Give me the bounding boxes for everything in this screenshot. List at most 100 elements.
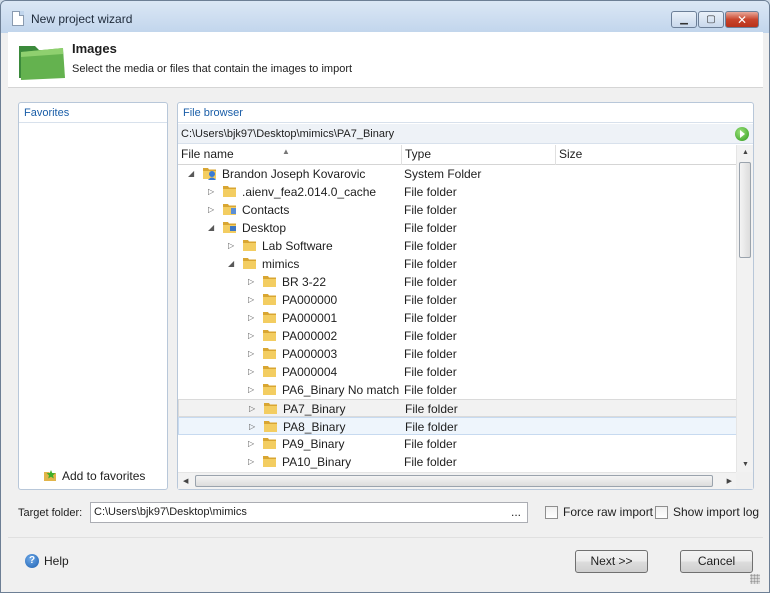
help-icon: ? <box>25 554 39 568</box>
current-path: C:\Users\bjk97\Desktop\mimics\PA7_Binary <box>181 128 395 140</box>
folder-icon <box>262 328 277 342</box>
folder-icon <box>262 292 277 306</box>
tree-row-name: PA000001 <box>282 311 338 325</box>
tree-row[interactable]: ▷ PA000000 File folder <box>178 291 737 309</box>
tree-row-name: PA000000 <box>282 293 338 307</box>
tree-row[interactable]: ▷ PA000003 File folder <box>178 345 737 363</box>
column-file-name[interactable]: ▲ File name <box>178 145 402 165</box>
tree-row[interactable]: ▷ Lab Software File folder <box>178 237 737 255</box>
maximize-button[interactable]: ▢ <box>698 11 724 28</box>
resize-grip[interactable] <box>750 574 760 584</box>
horizontal-scrollbar[interactable]: ◀ ▶ <box>178 472 737 489</box>
tree-row-name: PA6_Binary No match <box>282 383 400 397</box>
folder-icon <box>262 310 277 324</box>
next-button[interactable]: Next >> <box>575 550 648 573</box>
expand-icon[interactable]: ▷ <box>248 331 256 340</box>
expand-icon[interactable]: ▷ <box>248 439 256 448</box>
tree-row[interactable]: ▷ PA000001 File folder <box>178 309 737 327</box>
expand-icon[interactable]: ▷ <box>249 404 257 413</box>
vertical-scrollbar[interactable]: ▲ ▼ <box>736 145 753 472</box>
tree-row[interactable]: ◢ Brandon Joseph Kovarovic System Folder <box>178 166 737 183</box>
path-bar[interactable]: C:\Users\bjk97\Desktop\mimics\PA7_Binary <box>178 124 753 144</box>
folder-icon <box>242 238 257 252</box>
collapse-icon[interactable]: ◢ <box>228 259 236 268</box>
document-icon <box>12 11 24 26</box>
tree-row-type: File folder <box>404 185 457 199</box>
tree-row-name: PA7_Binary <box>283 402 346 416</box>
tree-row[interactable]: ▷ PA8_Binary File folder <box>178 417 737 435</box>
folder-icon <box>262 274 277 288</box>
column-size[interactable]: Size <box>556 145 737 165</box>
horizontal-scroll-thumb[interactable] <box>195 475 713 487</box>
expand-icon[interactable]: ▷ <box>248 277 256 286</box>
expand-icon[interactable]: ▷ <box>248 349 256 358</box>
page-subtitle: Select the media or files that contain t… <box>72 63 353 75</box>
add-to-favorites-label: Add to favorites <box>62 469 146 483</box>
tree-row-name: Contacts <box>242 203 290 217</box>
tree-row[interactable]: ▷ PA000002 File folder <box>178 327 737 345</box>
force-raw-import-checkbox[interactable]: Force raw import <box>545 505 653 519</box>
show-import-log-checkbox[interactable]: Show import log <box>655 505 759 519</box>
tree-row-type: File folder <box>404 239 457 253</box>
column-type[interactable]: Type <box>402 145 556 165</box>
folder-icon <box>263 419 278 433</box>
tree-row-name: .aienv_fea2.014.0_cache <box>242 185 377 199</box>
collapse-icon[interactable]: ◢ <box>208 223 216 232</box>
tree-row[interactable]: ▷ PA10_Binary File folder <box>178 453 737 471</box>
tree-row-type: File folder <box>405 402 458 416</box>
contacts-folder-icon <box>222 202 237 216</box>
favorites-title: Favorites <box>19 103 167 123</box>
minimize-button[interactable]: ▁ <box>671 11 697 28</box>
expand-icon[interactable]: ▷ <box>248 385 256 394</box>
add-to-favorites-button[interactable]: Add to favorites <box>43 469 145 483</box>
window-controls: ▁ ▢ ✕ <box>670 11 759 29</box>
expand-icon[interactable]: ▷ <box>248 367 256 376</box>
expand-icon[interactable]: ▷ <box>248 313 256 322</box>
go-icon[interactable] <box>735 127 749 141</box>
column-type-label: Type <box>405 147 432 161</box>
expand-icon[interactable]: ▷ <box>208 187 216 196</box>
tree-row[interactable]: ▷ Contacts File folder <box>178 201 737 219</box>
folder-icon <box>242 256 257 270</box>
tree-row[interactable]: ◢ Desktop File folder <box>178 219 737 237</box>
expand-icon[interactable]: ▷ <box>208 205 216 214</box>
vertical-scroll-thumb[interactable] <box>739 162 751 258</box>
column-file-name-label: File name <box>181 147 234 161</box>
tree-row[interactable]: ▷ PA6_Binary No match File folder <box>178 381 737 399</box>
scroll-left-icon[interactable]: ◀ <box>183 477 188 485</box>
tree-row-name: Lab Software <box>262 239 333 253</box>
column-size-label: Size <box>559 147 583 161</box>
green-folder-icon <box>19 46 65 80</box>
tree-row[interactable]: ◢ mimics File folder <box>178 255 737 273</box>
expand-icon[interactable]: ▷ <box>248 295 256 304</box>
tree-row-type: File folder <box>404 203 457 217</box>
cancel-button[interactable]: Cancel <box>680 550 753 573</box>
title-bar[interactable]: New project wizard ▁ ▢ ✕ <box>1 1 769 33</box>
help-button[interactable]: ? Help <box>25 554 69 568</box>
desktop-folder-icon <box>222 220 237 234</box>
scroll-up-icon[interactable]: ▲ <box>742 149 749 156</box>
tree-row-type: File folder <box>404 347 457 361</box>
tree-row[interactable]: ▷ .aienv_fea2.014.0_cache File folder <box>178 183 737 201</box>
force-raw-import-box[interactable] <box>545 505 558 519</box>
expand-icon[interactable]: ▷ <box>248 457 256 466</box>
tree-row-type: File folder <box>404 275 457 289</box>
close-button[interactable]: ✕ <box>725 11 759 28</box>
tree-row[interactable]: ▷ BR 3-22 File folder <box>178 273 737 291</box>
tree-row[interactable]: ▷ PA000004 File folder <box>178 363 737 381</box>
tree-row-type: System Folder <box>404 167 482 181</box>
browse-button[interactable]: ... <box>511 503 521 522</box>
tree-row-name: Brandon Joseph Kovarovic <box>222 167 366 181</box>
expand-icon[interactable]: ▷ <box>249 422 257 431</box>
scroll-right-icon[interactable]: ▶ <box>727 477 732 485</box>
collapse-icon[interactable]: ◢ <box>188 169 196 178</box>
target-folder-input[interactable]: C:\Users\bjk97\Desktop\mimics ... <box>90 502 528 523</box>
tree-row-name: PA9_Binary <box>282 437 345 451</box>
show-import-log-box[interactable] <box>655 505 668 519</box>
scroll-down-icon[interactable]: ▼ <box>742 461 749 468</box>
file-browser-title: File browser <box>178 103 753 123</box>
tree-row[interactable]: ▷ PA9_Binary File folder <box>178 435 737 453</box>
expand-icon[interactable]: ▷ <box>228 241 236 250</box>
tree-row[interactable]: ▷ PA7_Binary File folder <box>178 399 737 417</box>
folder-icon <box>222 184 237 198</box>
